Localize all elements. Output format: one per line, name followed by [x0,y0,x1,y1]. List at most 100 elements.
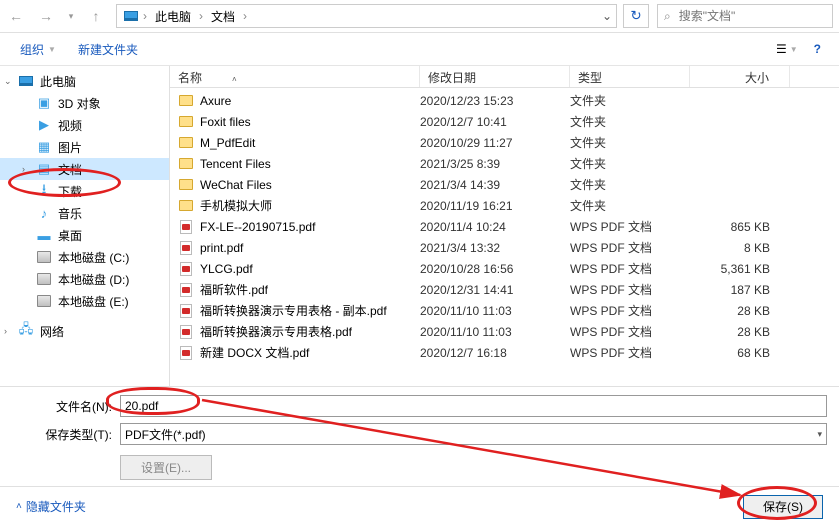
file-row[interactable]: Tencent Files2021/3/25 8:39文件夹 [170,153,839,174]
file-row[interactable]: 福昕软件.pdf2020/12/31 14:41WPS PDF 文档187 KB [170,279,839,300]
hide-folders-toggle[interactable]: ˄ 隐藏文件夹 [16,498,86,515]
file-name: M_PdfEdit [200,136,255,150]
file-row[interactable]: print.pdf2021/3/4 13:32WPS PDF 文档8 KB [170,237,839,258]
file-type: WPS PDF 文档 [570,344,690,361]
file-date: 2020/12/31 14:41 [420,283,570,297]
arrow-right-icon: → [39,8,53,24]
new-folder-button[interactable]: 新建文件夹 [70,37,146,62]
chevron-down-icon: ⌄ [4,76,12,87]
file-row[interactable]: 福昕转换器演示专用表格.pdf2020/11/10 11:03WPS PDF 文… [170,321,839,342]
nav-back-button[interactable]: ← [2,2,30,30]
filetype-combobox[interactable]: PDF文件(*.pdf) ▾ [120,423,827,445]
file-size: 68 KB [690,346,790,360]
file-row[interactable]: WeChat Files2021/3/4 14:39文件夹 [170,174,839,195]
file-size: 28 KB [690,304,790,318]
file-date: 2020/11/10 11:03 [420,325,570,339]
file-row[interactable]: 新建 DOCX 文档.pdf2020/12/7 16:18WPS PDF 文档6… [170,342,839,363]
nav-up-button[interactable]: ↑ [82,2,110,30]
file-name: 福昕转换器演示专用表格.pdf [200,323,352,340]
drive-icon [36,271,52,287]
chevron-down-icon: ▼ [790,45,798,54]
organize-dropdown[interactable]: 组织 ▼ [12,37,64,62]
sidebar-item-drive-e[interactable]: 本地磁盘 (E:) [0,290,169,312]
filename-label: 文件名(N): [12,398,112,415]
nav-recent-button[interactable]: ▾ [62,2,80,30]
file-name: 福昕软件.pdf [200,281,268,298]
settings-button[interactable]: 设置(E)... [120,455,212,480]
chevron-down-icon: ▾ [69,11,74,22]
breadcrumb[interactable]: › 此电脑 › 文档 › ⌄ [116,4,617,28]
header-type[interactable]: 类型 [570,66,690,87]
save-button[interactable]: 保存(S) [743,495,823,519]
tree-label: 网络 [40,323,64,340]
folder-icon [178,177,194,193]
file-row[interactable]: M_PdfEdit2020/10/29 11:27文件夹 [170,132,839,153]
crumb-documents[interactable]: 文档 [207,5,239,28]
tree-label: 此电脑 [40,73,76,90]
arrow-up-icon: ↑ [93,8,100,24]
view-mode-dropdown[interactable]: ☰ ▼ [770,39,804,59]
tree-label: 下载 [58,183,82,200]
header-name[interactable]: 名称˄ [170,66,420,87]
chevron-down-icon: ▾ [817,429,822,440]
file-row[interactable]: 福昕转换器演示专用表格 - 副本.pdf2020/11/10 11:03WPS … [170,300,839,321]
sidebar-item-3d-objects[interactable]: ▣3D 对象 [0,92,169,114]
file-row[interactable]: FX-LE--20190715.pdf2020/11/4 10:24WPS PD… [170,216,839,237]
sidebar-item-desktop[interactable]: ▬桌面 [0,224,169,246]
file-date: 2021/3/4 13:32 [420,241,570,255]
file-type: 文件夹 [570,134,690,151]
tree-label: 视频 [58,117,82,134]
sidebar-item-downloads[interactable]: ⭳下载 [0,180,169,202]
header-date[interactable]: 修改日期 [420,66,570,87]
tree-label: 本地磁盘 (C:) [58,249,129,266]
sidebar-item-videos[interactable]: ▶视频 [0,114,169,136]
nav-forward-button[interactable]: → [32,2,60,30]
folder-icon [178,114,194,130]
search-input[interactable] [677,8,826,24]
file-name: 新建 DOCX 文档.pdf [200,344,309,361]
sidebar-item-this-pc[interactable]: ⌄ 此电脑 [0,70,169,92]
search-input-wrapper[interactable]: ⌕ [657,4,833,28]
sidebar-item-network[interactable]: ›🖧网络 [0,320,169,342]
sidebar-tree: ⌄ 此电脑 ▣3D 对象 ▶视频 ▦图片 ›▤文档 ⭳下载 ♪音乐 ▬桌面 本地磁… [0,66,170,386]
filetype-label: 保存类型(T): [12,426,112,443]
sidebar-item-drive-d[interactable]: 本地磁盘 (D:) [0,268,169,290]
file-type: WPS PDF 文档 [570,281,690,298]
file-row[interactable]: 手机模拟大师2020/11/19 16:21文件夹 [170,195,839,216]
file-date: 2020/10/28 16:56 [420,262,570,276]
tree-label: 3D 对象 [58,95,101,112]
refresh-button[interactable]: ↻ [623,4,649,28]
help-button[interactable]: ? [808,39,827,59]
file-size: 8 KB [690,241,790,255]
file-name: Foxit files [200,115,251,129]
tree-label: 本地磁盘 (D:) [58,271,129,288]
file-name: Tencent Files [200,157,271,171]
view-list-icon: ☰ [776,42,787,56]
sidebar-item-music[interactable]: ♪音乐 [0,202,169,224]
folder-icon [178,198,194,214]
crumb-this-pc[interactable]: 此电脑 [151,5,195,28]
file-name: 福昕转换器演示专用表格 - 副本.pdf [200,302,387,319]
filename-input[interactable] [120,395,827,417]
chevron-up-icon: ˄ [16,501,22,512]
file-date: 2020/11/10 11:03 [420,304,570,318]
file-row[interactable]: Axure2020/12/23 15:23文件夹 [170,90,839,111]
tree-label: 音乐 [58,205,82,222]
breadcrumb-dropdown[interactable]: ⌄ [598,9,616,23]
pdf-file-icon [178,219,194,235]
header-size[interactable]: 大小 [690,66,790,87]
chevron-right-icon: › [22,164,25,174]
file-row[interactable]: YLCG.pdf2020/10/28 16:56WPS PDF 文档5,361 … [170,258,839,279]
help-icon: ? [814,42,821,56]
pdf-file-icon [178,261,194,277]
file-date: 2020/11/19 16:21 [420,199,570,213]
sidebar-item-pictures[interactable]: ▦图片 [0,136,169,158]
chevron-right-icon: › [241,9,249,23]
hide-folders-label: 隐藏文件夹 [26,498,86,515]
sidebar-item-drive-c[interactable]: 本地磁盘 (C:) [0,246,169,268]
pc-icon [18,73,34,89]
folder-icon [178,156,194,172]
sidebar-item-documents[interactable]: ›▤文档 [0,158,169,180]
file-row[interactable]: Foxit files2020/12/7 10:41文件夹 [170,111,839,132]
file-size: 5,361 KB [690,262,790,276]
